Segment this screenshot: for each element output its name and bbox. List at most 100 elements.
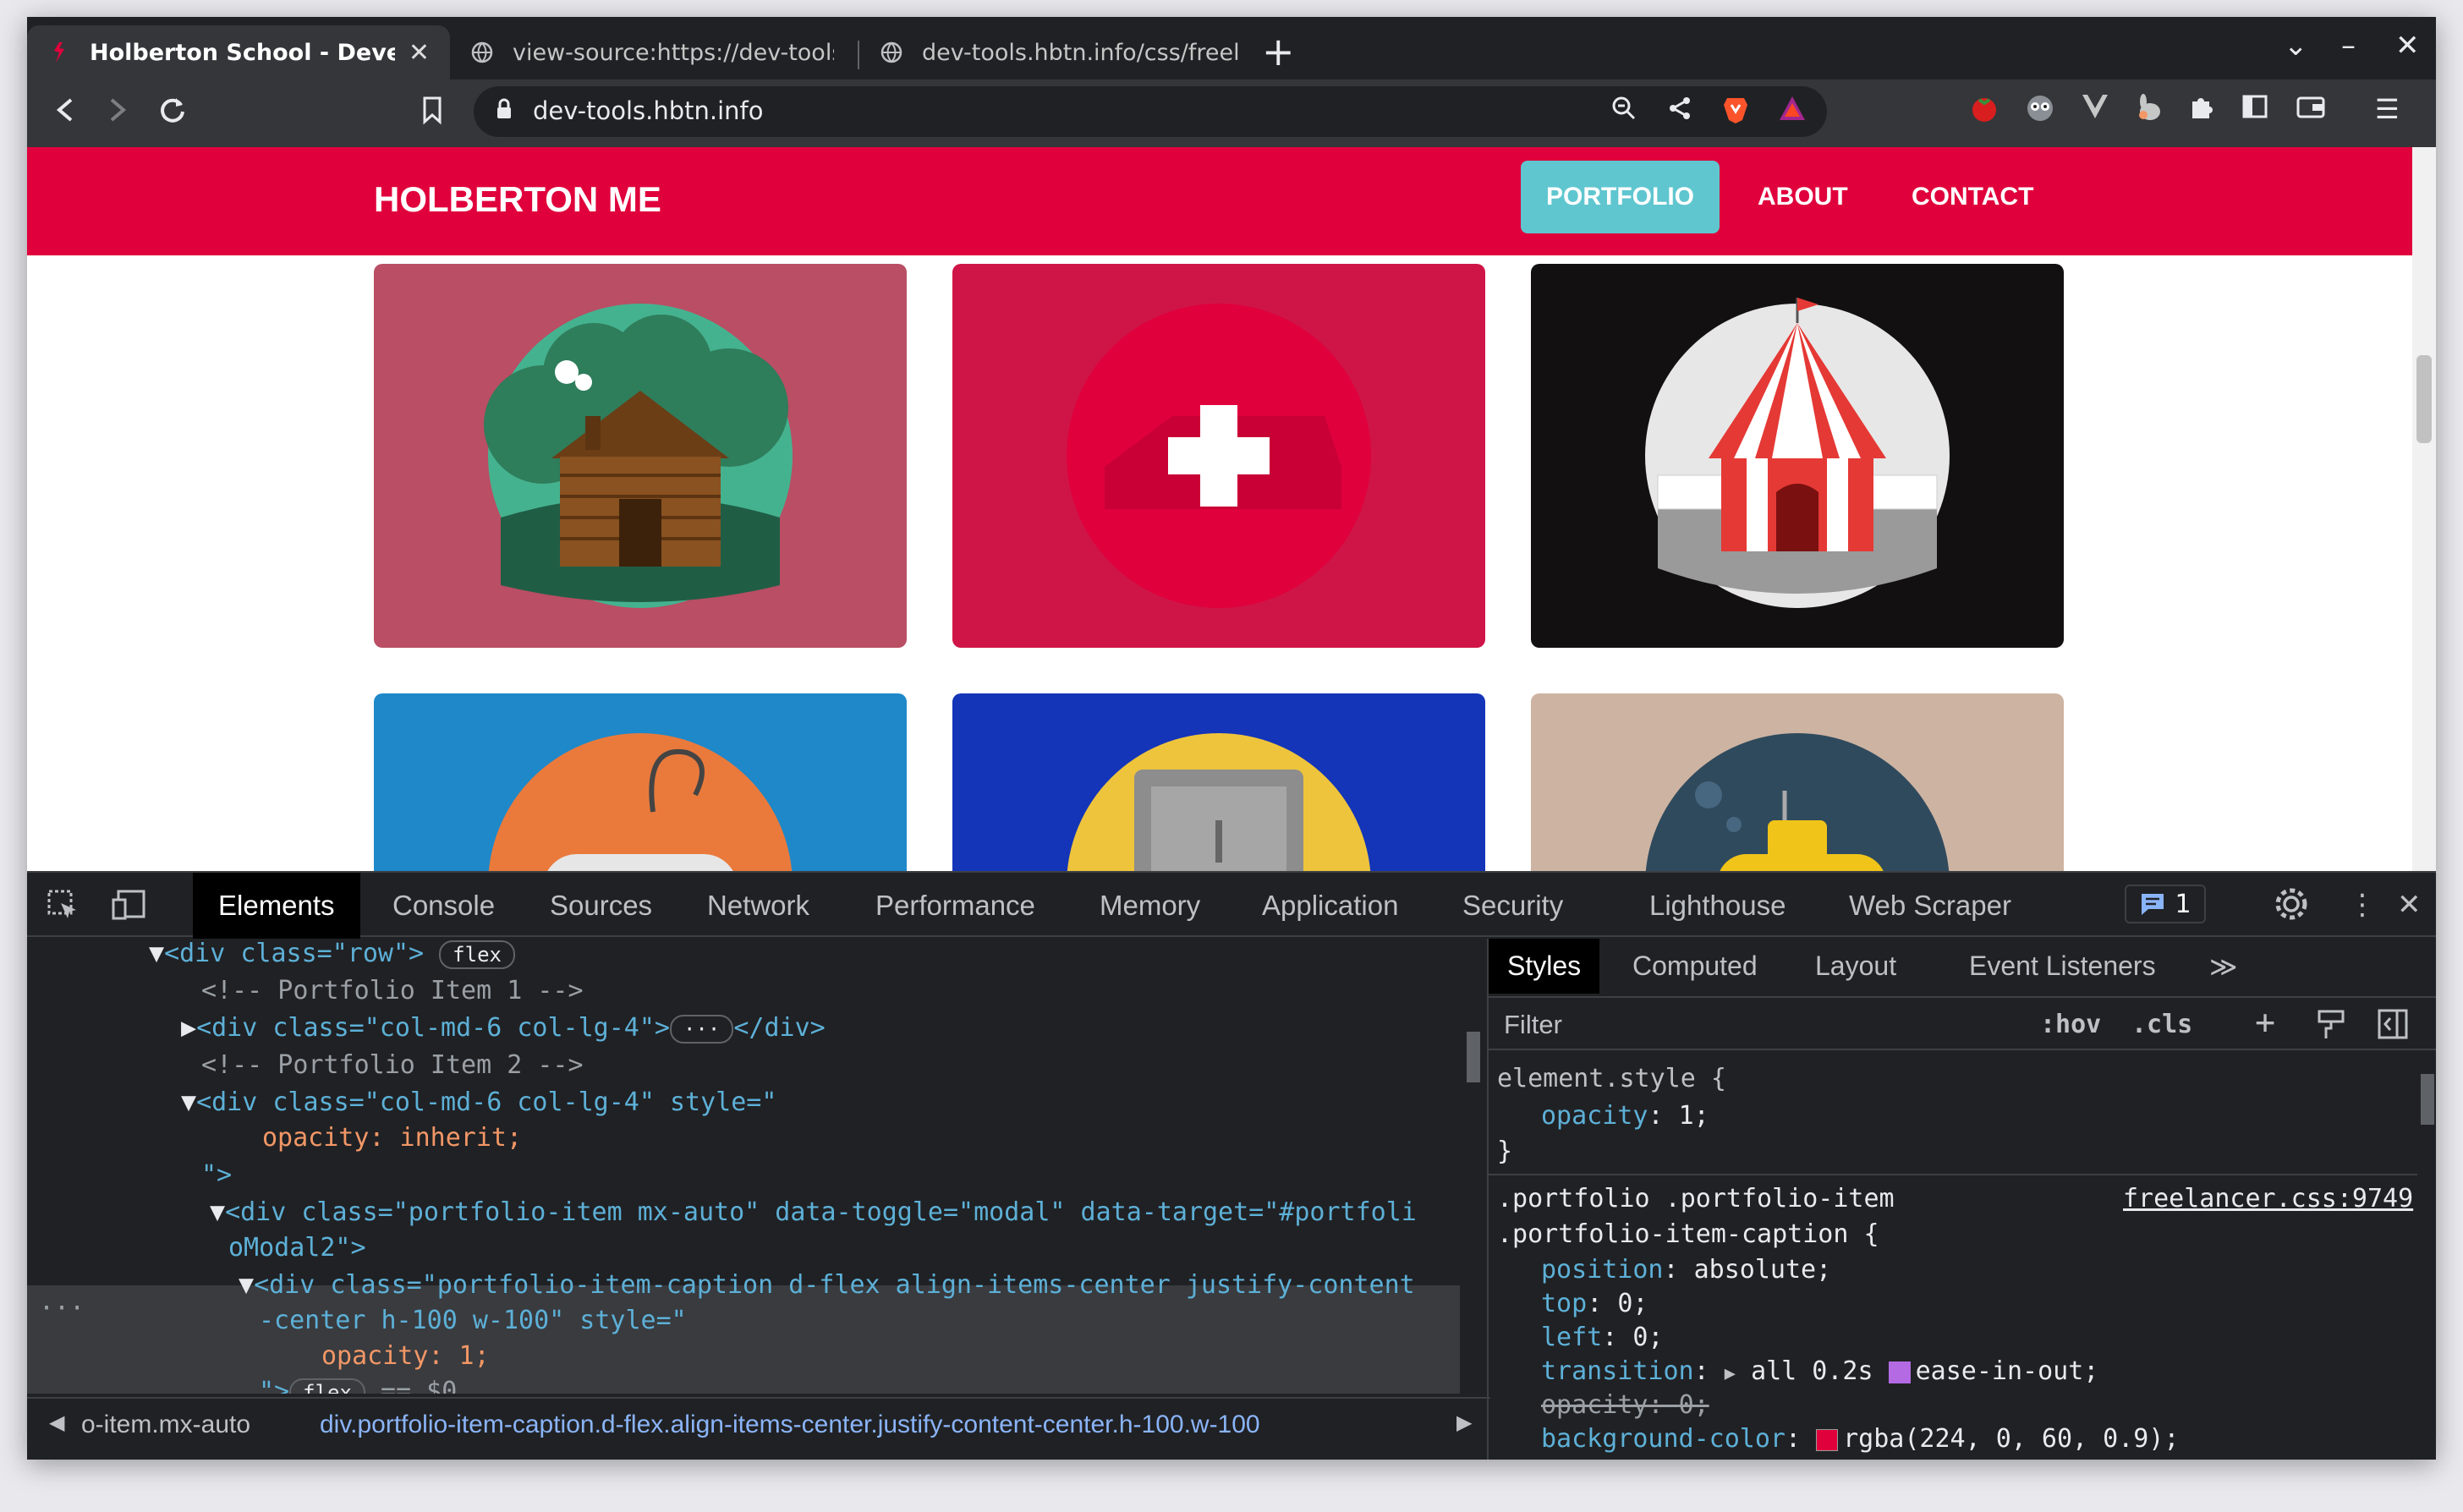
tab-styles[interactable]: Styles	[1489, 939, 1600, 994]
settings-gear-icon[interactable]	[2274, 886, 2309, 929]
dom-node-row[interactable]: ▼<div class="row"> flex	[149, 939, 515, 969]
dom-node-collapsed[interactable]: ▶<div class="col-md-6 col-lg-4"> ··· </div…	[181, 1013, 826, 1044]
forward-button[interactable]	[105, 95, 130, 133]
devtools-tab-lighthouse[interactable]: Lighthouse	[1649, 890, 1786, 922]
rule-selector-line2[interactable]: .portfolio-item-caption {	[1497, 1219, 1879, 1249]
extensions-puzzle-icon[interactable]	[2187, 93, 2214, 127]
declaration-opacity-overridden[interactable]: opacity: 0;	[1541, 1390, 1709, 1420]
devtools-tab-security[interactable]: Security	[1462, 890, 1563, 922]
close-window-button[interactable]: ✕	[2395, 29, 2420, 63]
collapsed-ellipsis[interactable]: ···	[669, 1015, 734, 1044]
declaration-left[interactable]: left: 0;	[1541, 1323, 1664, 1352]
browser-tab-active[interactable]: Holberton School - Developer t ✕	[27, 25, 450, 79]
lock-icon	[496, 98, 513, 120]
breadcrumb-item-active[interactable]: div.portfolio-item-caption.d-flex.align-…	[320, 1411, 1260, 1439]
declaration-transition[interactable]: transition: ▶ all 0.2s ease-in-out;	[1541, 1356, 2098, 1386]
tab-layout[interactable]: Layout	[1815, 950, 1896, 982]
expand-triangle-icon[interactable]: ▶	[1725, 1363, 1736, 1384]
element-style-selector[interactable]: element.style {	[1497, 1064, 1726, 1093]
devtools-tab-application[interactable]: Application	[1262, 890, 1398, 922]
tab-search-icon[interactable]: ⌄	[2284, 29, 2308, 63]
page-scrollbar[interactable]	[2412, 147, 2436, 871]
devtools-tab-elements[interactable]: Elements	[193, 873, 360, 939]
breadcrumb-left-arrow-icon[interactable]: ◀	[49, 1411, 64, 1435]
dom-comment[interactable]: <!-- Portfolio Item 1 -->	[201, 976, 584, 1005]
bookmark-icon[interactable]	[421, 95, 443, 133]
more-options-icon[interactable]: ⋮	[2348, 888, 2377, 922]
color-swatch[interactable]	[1816, 1428, 1839, 1451]
site-brand[interactable]: HOLBERTON ME	[374, 179, 661, 220]
elements-scrollbar[interactable]	[1463, 939, 1484, 1395]
toggle-sidebar-icon[interactable]	[2377, 1008, 2409, 1047]
more-tabs-chevron-icon[interactable]: ≫	[2209, 950, 2238, 983]
browser-tab[interactable]: view-source:https://dev-tools.hbtn	[450, 25, 854, 79]
close-tab-icon[interactable]: ✕	[409, 38, 430, 68]
dom-node-end[interactable]: "> flex == $0	[259, 1377, 457, 1394]
paint-roller-icon[interactable]	[2316, 1008, 2346, 1049]
node-ellipsis-icon[interactable]: ···	[39, 1294, 85, 1323]
cls-toggle[interactable]: .cls	[2131, 1010, 2192, 1039]
portfolio-item-plus[interactable]	[952, 264, 1485, 648]
declaration-background-color[interactable]: background-color: rgba(224, 0, 60, 0.9);	[1541, 1424, 2179, 1454]
rule-source-link[interactable]: freelancer.css:9749	[2123, 1184, 2413, 1213]
devtools-tab-web-scraper[interactable]: Web Scraper	[1849, 890, 2011, 922]
device-toolbar-icon[interactable]	[112, 888, 149, 929]
elements-scrollbar-thumb[interactable]	[1467, 1032, 1480, 1082]
rabbit-extension-icon[interactable]	[2133, 93, 2164, 130]
sidebar-icon[interactable]	[2241, 93, 2268, 127]
share-icon[interactable]	[1666, 95, 1693, 129]
hov-toggle[interactable]: :hov	[2040, 1010, 2101, 1039]
devtools-tab-network[interactable]: Network	[707, 890, 809, 922]
owl-extension-icon[interactable]	[2025, 93, 2055, 130]
nav-portfolio[interactable]: PORTFOLIO	[1521, 161, 1720, 233]
breadcrumb-item[interactable]: o-item.mx-auto	[81, 1411, 250, 1439]
nav-contact[interactable]: CONTACT	[1912, 183, 2033, 211]
portfolio-item-cabin[interactable]	[374, 264, 907, 648]
declaration-position[interactable]: position: absolute;	[1541, 1255, 1831, 1285]
dom-node-selected[interactable]: ▼<div class="portfolio-item-caption d-fl…	[239, 1270, 1415, 1300]
nav-about[interactable]: ABOUT	[1758, 183, 1848, 211]
styles-scrollbar[interactable]	[2417, 1057, 2436, 1454]
reload-button[interactable]	[157, 95, 188, 133]
styles-scrollbar-thumb[interactable]	[2421, 1074, 2434, 1125]
zoom-icon[interactable]	[1610, 95, 1637, 129]
close-devtools-icon[interactable]: ✕	[2397, 888, 2422, 922]
styles-filter-input[interactable]: Filter	[1504, 1010, 1562, 1040]
breadcrumb-right-arrow-icon[interactable]: ▶	[1456, 1411, 1472, 1435]
portfolio-item-circus[interactable]	[1531, 264, 2064, 648]
devtools-tab-memory[interactable]: Memory	[1100, 890, 1200, 922]
dom-node-col[interactable]: ▼<div class="col-md-6 col-lg-4" style="	[181, 1087, 776, 1117]
brave-shields-icon[interactable]	[1722, 95, 1749, 130]
declaration-top[interactable]: top: 0;	[1541, 1289, 1648, 1318]
address-bar[interactable]: dev-tools.hbtn.info	[474, 86, 1827, 137]
element-style-declaration[interactable]: opacity: 1;	[1541, 1101, 1709, 1131]
minimize-button[interactable]: –	[2341, 29, 2356, 63]
new-rule-plus-icon[interactable]: +	[2255, 1003, 2275, 1042]
devtools-tab-console[interactable]: Console	[392, 890, 495, 922]
portfolio-item-gamepad[interactable]	[374, 693, 907, 871]
brave-rewards-icon[interactable]	[1778, 95, 1807, 129]
portfolio-item-submarine[interactable]	[1531, 693, 2064, 871]
tab-computed[interactable]: Computed	[1632, 950, 1758, 982]
elements-tree[interactable]: ··· ▼<div class="row"> flex <!-- Portfol…	[27, 939, 1465, 1394]
rule-selector-line1[interactable]: .portfolio .portfolio-item	[1497, 1184, 1895, 1213]
easing-editor-icon[interactable]	[1888, 1361, 1911, 1383]
dom-node-portfolio-item[interactable]: ▼<div class="portfolio-item mx-auto" dat…	[210, 1197, 1417, 1227]
tab-event-listeners[interactable]: Event Listeners	[1969, 950, 2156, 982]
menu-icon[interactable]: ☰	[2375, 93, 2400, 125]
devtools-tab-performance[interactable]: Performance	[875, 890, 1035, 922]
portfolio-item-safe[interactable]	[952, 693, 1485, 871]
flex-badge[interactable]: flex	[289, 1378, 365, 1394]
wallet-icon[interactable]	[2296, 93, 2326, 127]
new-tab-button[interactable]: +	[1262, 32, 1295, 71]
back-button[interactable]	[52, 95, 78, 133]
page-scrollbar-thumb[interactable]	[2416, 355, 2432, 443]
inspect-element-icon[interactable]	[46, 888, 80, 929]
flex-badge[interactable]: flex	[439, 940, 515, 969]
dom-comment[interactable]: <!-- Portfolio Item 2 -->	[201, 1050, 584, 1080]
browser-tab[interactable]: dev-tools.hbtn.info/css/freelancer	[859, 25, 1260, 79]
vue-devtools-icon[interactable]	[2081, 93, 2109, 127]
issues-badge[interactable]: 1	[2125, 885, 2206, 923]
devtools-tab-sources[interactable]: Sources	[550, 890, 652, 922]
tomato-extension-icon[interactable]	[1969, 93, 2003, 134]
